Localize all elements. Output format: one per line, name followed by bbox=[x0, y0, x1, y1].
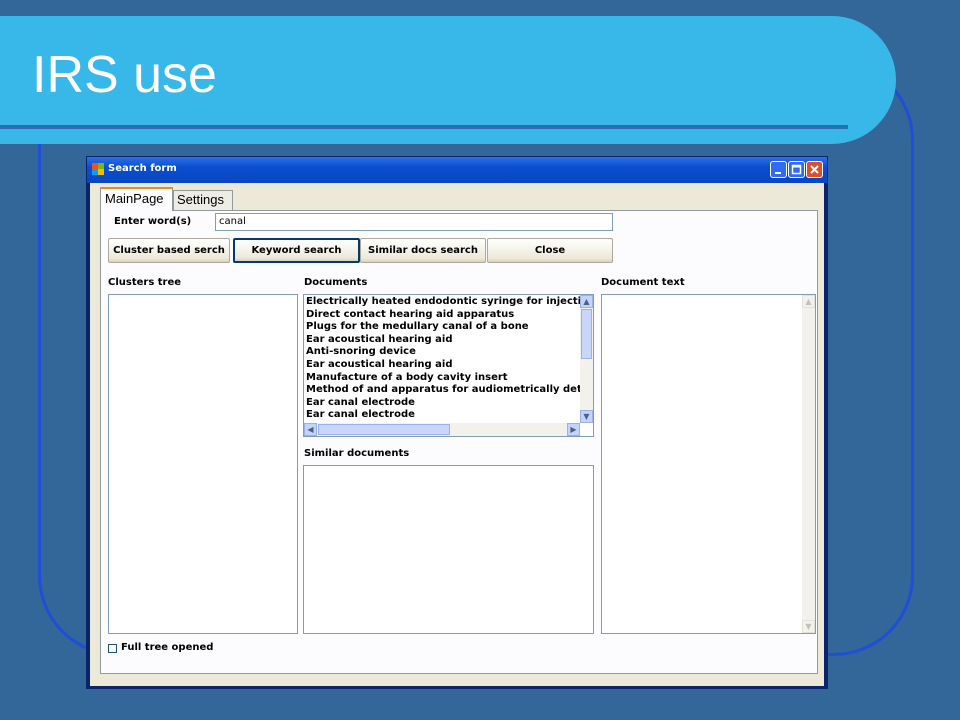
document-text-scrollbar[interactable]: ▲ ▼ bbox=[802, 295, 815, 633]
mainpage-panel: Enter word(s) canal Cluster based serch … bbox=[100, 210, 818, 674]
documents-vertical-scrollbar[interactable]: ▲ ▼ bbox=[580, 295, 593, 423]
enter-words-label: Enter word(s) bbox=[114, 216, 192, 227]
list-item[interactable]: Plugs for the medullary canal of a bone bbox=[306, 321, 582, 334]
documents-list[interactable]: Electrically heated endodontic syringe f… bbox=[303, 294, 594, 437]
window-client-area: MainPage Settings Enter word(s) canal Cl… bbox=[90, 183, 824, 686]
slide-title: IRS use bbox=[32, 46, 217, 104]
tab-mainpage[interactable]: MainPage bbox=[100, 187, 173, 211]
close-button[interactable]: Close bbox=[487, 238, 613, 263]
document-text-area[interactable]: ▲ ▼ bbox=[601, 294, 816, 634]
full-tree-checkbox[interactable] bbox=[108, 644, 117, 653]
keyword-search-button[interactable]: Keyword search bbox=[233, 238, 360, 263]
document-text-label: Document text bbox=[601, 277, 685, 288]
window-titlebar[interactable]: Search form bbox=[87, 157, 827, 183]
similar-documents-label: Similar documents bbox=[304, 448, 410, 459]
tab-settings[interactable]: Settings bbox=[173, 190, 233, 210]
horizontal-scroll-thumb[interactable] bbox=[318, 424, 450, 435]
similar-documents-list[interactable] bbox=[303, 465, 594, 634]
list-item[interactable]: Direct contact hearing aid apparatus bbox=[306, 309, 582, 322]
clusters-tree[interactable] bbox=[108, 294, 298, 634]
vertical-scroll-thumb[interactable] bbox=[581, 309, 592, 359]
scroll-down-icon[interactable]: ▼ bbox=[580, 410, 593, 423]
list-item[interactable]: Electrically heated endodontic syringe f… bbox=[306, 296, 582, 309]
maximize-button[interactable] bbox=[788, 161, 805, 178]
close-icon bbox=[810, 165, 819, 174]
list-item[interactable]: Method of and apparatus for audiometrica… bbox=[306, 384, 582, 397]
minimize-button[interactable] bbox=[770, 161, 787, 178]
scroll-down-icon: ▼ bbox=[802, 620, 815, 633]
documents-items: Electrically heated endodontic syringe f… bbox=[306, 296, 582, 422]
scroll-right-icon[interactable]: ▶ bbox=[567, 423, 580, 436]
app-icon bbox=[92, 163, 104, 175]
scroll-left-icon[interactable]: ◀ bbox=[304, 423, 317, 436]
cluster-search-button[interactable]: Cluster based serch bbox=[108, 238, 230, 263]
minimize-icon bbox=[775, 172, 781, 174]
list-item[interactable]: Ear canal electrode bbox=[306, 409, 582, 422]
scroll-up-icon: ▲ bbox=[802, 295, 815, 308]
scroll-up-icon[interactable]: ▲ bbox=[580, 295, 593, 308]
list-item[interactable]: Manufacture of a body cavity insert bbox=[306, 372, 582, 385]
full-tree-label: Full tree opened bbox=[121, 642, 214, 653]
clusters-tree-label: Clusters tree bbox=[108, 277, 182, 288]
list-item[interactable]: Ear canal electrode bbox=[306, 397, 582, 410]
close-window-button[interactable] bbox=[806, 161, 823, 178]
search-input[interactable]: canal bbox=[215, 213, 613, 231]
similar-docs-search-button[interactable]: Similar docs search bbox=[360, 238, 486, 263]
window-title: Search form bbox=[108, 163, 177, 174]
documents-label: Documents bbox=[304, 277, 368, 288]
list-item[interactable]: Anti-snoring device bbox=[306, 346, 582, 359]
maximize-icon bbox=[791, 164, 802, 175]
title-underline bbox=[0, 125, 848, 129]
search-form-window: Search form MainPage Settings Enter word… bbox=[86, 156, 828, 689]
list-item[interactable]: Ear acoustical hearing aid bbox=[306, 334, 582, 347]
documents-horizontal-scrollbar[interactable]: ◀ ▶ bbox=[304, 423, 580, 436]
list-item[interactable]: Ear acoustical hearing aid bbox=[306, 359, 582, 372]
